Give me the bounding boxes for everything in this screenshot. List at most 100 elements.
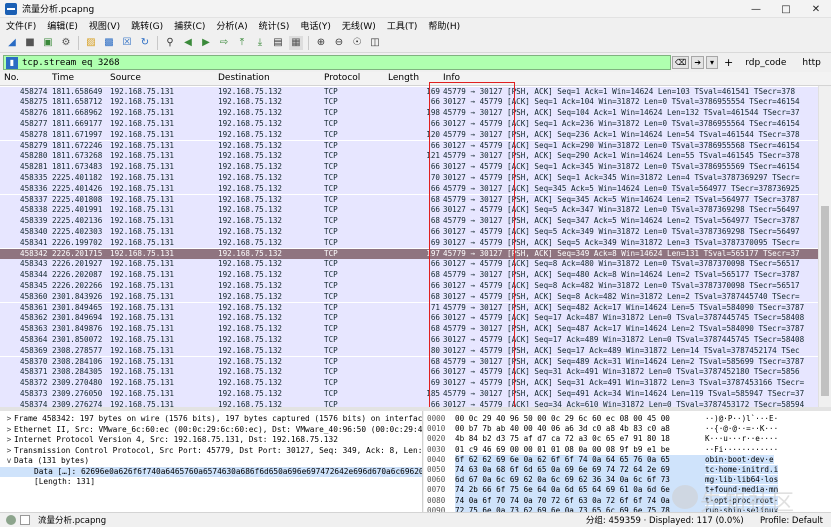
hex-dump-row[interactable]: 0040 6f 62 62 69 6e 0a 62 6f 6f 74 0a 64 …: [427, 454, 774, 465]
bookmark-filter-icon[interactable]: ▮: [6, 56, 18, 69]
first-packet-icon[interactable]: ⤒: [235, 36, 249, 50]
menu-capture[interactable]: 捕获(C): [174, 19, 205, 32]
table-row[interactable]: 458344 2226.202087 192.168.75.131 192.168.7…: [0, 270, 818, 281]
table-row[interactable]: 458336 2225.401426 192.168.75.131 192.168.7…: [0, 183, 818, 195]
expanded-arrow-icon[interactable]: v: [4, 456, 14, 467]
collapsed-arrow-icon[interactable]: >: [4, 435, 14, 446]
detail-tree-item[interactable]: > Ethernet II, Src: VMware_6c:60:ec (00:0…: [0, 425, 422, 436]
table-row-selected[interactable]: 458342 2226.201715 192.168.75.131 192.168.7…: [0, 248, 818, 260]
table-row[interactable]: 458371 2308.284305 192.168.75.131 192.168.7…: [0, 367, 818, 379]
collapsed-arrow-icon[interactable]: >: [4, 425, 14, 436]
apply-filter-icon[interactable]: ➔: [691, 56, 705, 69]
table-row[interactable]: 458276 1811.668962 192.168.75.131 192.168.7…: [0, 108, 818, 119]
table-row[interactable]: 458277 1811.669177 192.168.75.131 192.168.7…: [0, 118, 818, 130]
detail-tree-item[interactable]: v Data (131 bytes): [0, 456, 422, 467]
menu-tools[interactable]: 工具(T): [387, 19, 418, 32]
table-row[interactable]: 458279 1811.672246 192.168.75.131 192.168.7…: [0, 140, 818, 152]
go-to-packet-icon[interactable]: ⇨: [217, 36, 231, 50]
find-packet-icon[interactable]: ⚲: [163, 36, 177, 50]
table-row[interactable]: 458338 2225.401991 192.168.75.131 192.168.7…: [0, 205, 818, 217]
capture-comment-icon[interactable]: [20, 515, 30, 525]
save-file-icon[interactable]: ▩: [102, 36, 116, 50]
open-file-icon[interactable]: ▨: [84, 36, 98, 50]
last-packet-icon[interactable]: ⤓: [253, 36, 267, 50]
column-header-protocol[interactable]: Protocol: [324, 73, 360, 83]
detail-tree-item[interactable]: > Internet Protocol Version 4, Src: 192.1…: [0, 435, 422, 446]
close-icon[interactable]: ✕: [801, 0, 831, 18]
hex-bytes[interactable]: 74 2b 66 6f 75 6e 64 0a 6d 65 64 69 61 0…: [455, 485, 705, 496]
hex-bytes[interactable]: 00 0c 29 40 96 50 00 0c 29 6c 60 ec 08 0…: [455, 414, 705, 424]
table-row[interactable]: 458275 1811.658712 192.168.75.131 192.168.7…: [0, 97, 818, 109]
packet-list-scrollbar[interactable]: [818, 86, 831, 407]
hex-dump-row[interactable]: 0000 00 0c 29 40 96 50 00 0c 29 6c 60 ec …: [427, 414, 778, 424]
hex-bytes[interactable]: 74 63 0a 68 6f 6d 65 0a 69 6e 69 74 72 6…: [455, 465, 705, 476]
stop-capture-icon[interactable]: ■: [23, 36, 37, 50]
table-row[interactable]: 458345 2226.202266 192.168.75.131 192.168.7…: [0, 280, 818, 292]
hex-dump-row[interactable]: 0010 00 b7 7b ab 40 00 40 06 a6 3d c0 a8 …: [427, 424, 778, 434]
hex-bytes[interactable]: 6d 67 0a 6c 69 62 0a 6c 69 62 36 34 0a 6…: [455, 475, 705, 486]
table-row[interactable]: 458281 1811.673483 192.168.75.131 192.168.7…: [0, 162, 818, 173]
expert-info-icon[interactable]: [6, 515, 16, 525]
hex-ascii[interactable]: ··Fi············: [705, 445, 778, 454]
column-header-source[interactable]: Source: [110, 73, 141, 83]
table-row[interactable]: 458341 2226.199702 192.168.75.131 192.168.7…: [0, 237, 818, 249]
table-row[interactable]: 458374 2309.276274 192.168.75.131 192.168.7…: [0, 399, 818, 407]
hex-ascii[interactable]: ··)@·P··)l`···E·: [705, 414, 778, 423]
table-row[interactable]: 458373 2309.276050 192.168.75.131 192.168.7…: [0, 388, 818, 400]
table-row[interactable]: 458369 2308.278577 192.168.75.131 192.168.7…: [0, 345, 818, 357]
zoom-in-icon[interactable]: ⊕: [314, 36, 328, 50]
hex-bytes[interactable]: 6f 62 62 69 6e 0a 62 6f 6f 74 0a 64 65 7…: [455, 454, 705, 465]
hex-ascii[interactable]: tc·home·initrd.i: [705, 465, 779, 474]
status-profile[interactable]: Profile: Default: [760, 516, 823, 526]
detail-tree-item[interactable]: > Transmission Control Protocol, Src Port…: [0, 446, 422, 457]
scrollbar-thumb[interactable]: [821, 206, 829, 396]
table-row[interactable]: 458362 2301.849694 192.168.75.131 192.168.7…: [0, 313, 818, 325]
menu-telephony[interactable]: 电话(Y): [300, 19, 331, 32]
column-header-time[interactable]: Time: [52, 73, 74, 83]
table-row[interactable]: 458339 2225.402136 192.168.75.131 192.168.7…: [0, 216, 818, 227]
autoscroll-icon[interactable]: ▤: [271, 36, 285, 50]
resize-columns-icon[interactable]: ◫: [368, 36, 382, 50]
table-row[interactable]: 458360 2301.843926 192.168.75.131 192.168.7…: [0, 291, 818, 303]
detail-tree-item[interactable]: Data […]: 62696e0a626f6f740a6465760a6574…: [0, 466, 422, 477]
hex-ascii[interactable]: K···u···r··e····: [705, 434, 778, 443]
menu-help[interactable]: 帮助(H): [428, 19, 460, 32]
table-row[interactable]: 458280 1811.673268 192.168.75.131 192.168.7…: [0, 151, 818, 163]
restart-capture-icon[interactable]: ▣: [41, 36, 55, 50]
colorize-icon[interactable]: ▦: [289, 35, 303, 50]
hex-ascii[interactable]: obin·boot·dev·e: [705, 454, 774, 464]
menu-file[interactable]: 文件(F): [6, 19, 36, 32]
maximize-icon[interactable]: □: [771, 0, 801, 18]
detail-tree-item[interactable]: > Frame 458342: 197 bytes on wire (1576 b…: [0, 414, 422, 425]
shark-fin-start-icon[interactable]: ◢: [5, 36, 19, 50]
hex-ascii[interactable]: ··{·@·@··=··K···: [705, 424, 778, 433]
hex-bytes[interactable]: 00 b7 7b ab 40 00 40 06 a6 3d c0 a8 4b 8…: [455, 424, 705, 434]
menu-edit[interactable]: 编辑(E): [47, 19, 78, 32]
zoom-normal-icon[interactable]: ☉: [350, 36, 364, 50]
minimize-icon[interactable]: —: [741, 0, 771, 18]
reload-file-icon[interactable]: ↻: [138, 36, 152, 50]
table-row[interactable]: 458335 2225.401182 192.168.75.131 192.168.7…: [0, 172, 818, 184]
recent-filters-icon[interactable]: ▾: [706, 56, 719, 69]
hex-dump-row[interactable]: 0050 74 63 0a 68 6f 6d 65 0a 69 6e 69 74 …: [427, 465, 779, 476]
table-row[interactable]: 458337 2225.401808 192.168.75.131 192.168.7…: [0, 194, 818, 206]
go-forward-icon[interactable]: ▶: [199, 36, 213, 50]
table-row[interactable]: 458340 2225.402303 192.168.75.131 192.168.7…: [0, 226, 818, 238]
hex-bytes[interactable]: 4b 84 b2 d3 75 af d7 ca 72 a3 0c 65 e7 9…: [455, 434, 705, 444]
zoom-out-icon[interactable]: ⊖: [332, 36, 346, 50]
menu-statistics[interactable]: 统计(S): [259, 19, 290, 32]
menu-wireless[interactable]: 无线(W): [342, 19, 376, 32]
display-filter-input[interactable]: ▮ tcp.stream eq 3268: [3, 55, 671, 70]
go-back-icon[interactable]: ◀: [181, 36, 195, 50]
collapsed-arrow-icon[interactable]: >: [4, 446, 14, 457]
table-row[interactable]: 458343 2226.201927 192.168.75.131 192.168.7…: [0, 259, 818, 271]
close-file-icon[interactable]: ☒: [120, 36, 134, 50]
table-row[interactable]: 458278 1811.671997 192.168.75.131 192.168.7…: [0, 129, 818, 141]
table-row[interactable]: 458372 2309.270480 192.168.75.131 192.168.7…: [0, 378, 818, 389]
clear-filter-icon[interactable]: ⌫: [672, 56, 690, 69]
hex-dump-row[interactable]: 0020 4b 84 b2 d3 75 af d7 ca 72 a3 0c 65 …: [427, 434, 778, 444]
menu-view[interactable]: 视图(V): [89, 19, 120, 32]
filter-button-http[interactable]: http: [802, 58, 820, 68]
add-filter-button-icon[interactable]: +: [724, 56, 733, 69]
hex-bytes[interactable]: 74 0a 6f 70 74 0a 70 72 6f 63 0a 72 6f 6…: [455, 495, 705, 506]
